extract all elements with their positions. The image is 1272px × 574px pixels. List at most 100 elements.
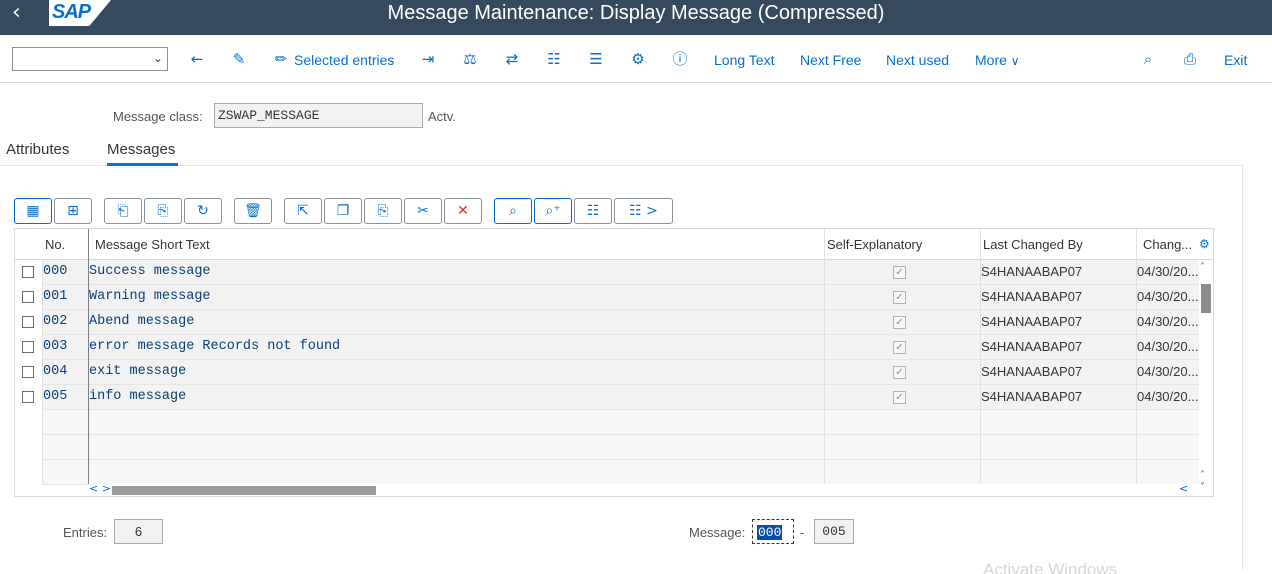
print-icon[interactable]: ⎙	[1179, 49, 1201, 71]
row-select-checkbox[interactable]	[22, 341, 34, 353]
scroll-left-controls[interactable]: < >	[89, 482, 111, 495]
column-header-last-changed-by[interactable]: Last Changed By	[980, 229, 1136, 260]
transport-icon[interactable]: ⚙	[627, 49, 649, 71]
table-settings-icon[interactable]: ⚙	[1199, 229, 1213, 260]
message-number[interactable]: 000	[42, 260, 88, 285]
other-object-icon[interactable]: ⇥	[417, 49, 439, 71]
edit-icon[interactable]: ✏	[270, 49, 292, 71]
search-icon[interactable]: ⌕	[1137, 49, 1159, 71]
scroll-bottom-icon[interactable]: ˅	[1200, 482, 1205, 493]
select-layout-button[interactable]: ⊞	[54, 198, 92, 224]
table-row[interactable]: 002 Abend message ✓ S4HANAABAP07 04/30/20...	[15, 310, 1199, 335]
undo-button[interactable]: ↻	[184, 198, 222, 224]
table-row[interactable]: 004 exit message ✓ S4HANAABAP07 04/30/20...	[15, 360, 1199, 385]
row-select-cell[interactable]	[15, 360, 42, 385]
row-select-cell[interactable]	[15, 335, 42, 360]
details-button[interactable]: ▦	[14, 198, 52, 224]
scroll-right-controls[interactable]: < >	[1179, 482, 1199, 496]
message-short-text[interactable]: Warning message	[89, 285, 824, 310]
select-layout-icon: ⊞	[67, 203, 79, 219]
table-row[interactable]: 001 Warning message ✓ S4HANAABAP07 04/30/20.…	[15, 285, 1199, 310]
tab-messages[interactable]: Messages	[107, 141, 175, 159]
column-header-changed-on[interactable]: Chang...	[1136, 229, 1199, 260]
command-dropdown[interactable]: ⌄	[12, 47, 168, 71]
message-from-value: 000	[757, 525, 783, 540]
selected-entries-button[interactable]: Selected entries	[294, 51, 394, 69]
column-divider	[980, 260, 981, 484]
tab-attributes[interactable]: Attributes	[6, 141, 69, 159]
message-from-field[interactable]: 000	[752, 519, 794, 544]
cancel-button[interactable]: ✕	[444, 198, 482, 224]
more-button[interactable]: More ∨	[975, 51, 1020, 70]
display-change-icon[interactable]: ✎	[228, 49, 250, 71]
table-row[interactable]: 005 info message ✓ S4HANAABAP07 04/30/20...	[15, 385, 1199, 410]
last-changed-by: S4HANAABAP07	[981, 264, 1083, 279]
row-select-cell	[15, 435, 42, 460]
next-free-button[interactable]: Next Free	[800, 51, 861, 69]
message-number[interactable]: 003	[42, 335, 88, 360]
next-used-button[interactable]: Next used	[886, 51, 949, 69]
append-row-button[interactable]: ⎘	[144, 198, 182, 224]
copy-button[interactable]: ❐	[324, 198, 362, 224]
vertical-scroll-thumb[interactable]	[1201, 284, 1211, 313]
scroll-down-icon[interactable]: ˄	[1200, 470, 1205, 481]
message-short-text[interactable]: info message	[89, 385, 824, 410]
find-next-button[interactable]: ⌕⁺	[534, 198, 572, 224]
hierarchy-icon[interactable]: ☷	[543, 49, 565, 71]
message-short-text[interactable]: Success message	[89, 260, 824, 285]
row-select-checkbox[interactable]	[22, 266, 34, 278]
message-short-text[interactable]: Abend message	[89, 310, 824, 335]
message-class-field[interactable]: ZSWAP_MESSAGE	[214, 103, 423, 128]
insert-row-button[interactable]: ⎗	[104, 198, 142, 224]
cut-button[interactable]: ✂	[404, 198, 442, 224]
status-label: Actv.	[428, 109, 456, 124]
where-used-balance-icon[interactable]: ⚖	[459, 49, 481, 71]
last-changed-by: S4HANAABAP07	[981, 314, 1083, 329]
column-header-no[interactable]: No.	[42, 229, 88, 260]
more-functions-button[interactable]: ☷ >	[614, 198, 673, 224]
insert-row-icon: ⎗	[117, 203, 129, 219]
message-short-text[interactable]: error message Records not found	[89, 335, 824, 360]
column-header-self-explanatory[interactable]: Self-Explanatory	[824, 229, 980, 260]
row-select-cell[interactable]	[15, 310, 42, 335]
scroll-up-icon[interactable]: ˄	[1200, 262, 1205, 273]
changed-on: 04/30/20...	[1137, 289, 1199, 304]
table-row[interactable]: 000 Success message ✓ S4HANAABAP07 04/30/20.…	[15, 260, 1199, 285]
message-number[interactable]: 001	[42, 285, 88, 310]
row-select-checkbox[interactable]	[22, 366, 34, 378]
message-short-text[interactable]: exit message	[89, 360, 824, 385]
column-divider	[42, 260, 43, 484]
delete-button[interactable]: 🗑	[234, 198, 272, 224]
row-select-cell[interactable]	[15, 285, 42, 310]
column-header-short-text[interactable]: Message Short Text	[88, 229, 824, 260]
message-number[interactable]: 005	[42, 385, 88, 410]
info-icon[interactable]: ⓘ	[669, 49, 691, 71]
paste-button[interactable]: ⎘	[364, 198, 402, 224]
message-number[interactable]: 002	[42, 310, 88, 335]
back-arrow-icon[interactable]: ←	[186, 49, 208, 71]
activation-watermark: Activate Windows	[983, 560, 1118, 574]
horizontal-scroll-thumb[interactable]	[112, 486, 376, 495]
range-separator: -	[800, 525, 805, 540]
row-select-checkbox[interactable]	[22, 291, 34, 303]
message-to-field[interactable]: 005	[814, 519, 854, 544]
table-row[interactable]: 003 error message Records not found ✓ S4HAN…	[15, 335, 1199, 360]
empty-table-row	[15, 460, 1199, 485]
row-select-checkbox[interactable]	[22, 391, 34, 403]
long-text-button[interactable]: Long Text	[714, 51, 774, 69]
horizontal-scrollbar[interactable]: < > < >	[87, 482, 1199, 496]
row-select-checkbox[interactable]	[22, 316, 34, 328]
exit-button[interactable]: Exit	[1224, 51, 1247, 69]
last-changed-by: S4HANAABAP07	[981, 389, 1083, 404]
select-all-header[interactable]	[15, 229, 42, 260]
row-select-cell[interactable]	[15, 385, 42, 410]
row-select-cell[interactable]	[15, 260, 42, 285]
sort-button[interactable]: ☷	[574, 198, 612, 224]
align-icon[interactable]: ☰	[585, 49, 607, 71]
last-changed-by: S4HANAABAP07	[981, 289, 1083, 304]
navigate-icon[interactable]: ⇄	[501, 49, 523, 71]
select-block-button[interactable]: ⇱	[284, 198, 322, 224]
find-button[interactable]: ⌕	[494, 198, 532, 224]
vertical-scrollbar[interactable]: ˄ ˄ ˅	[1199, 260, 1213, 496]
message-number[interactable]: 004	[42, 360, 88, 385]
